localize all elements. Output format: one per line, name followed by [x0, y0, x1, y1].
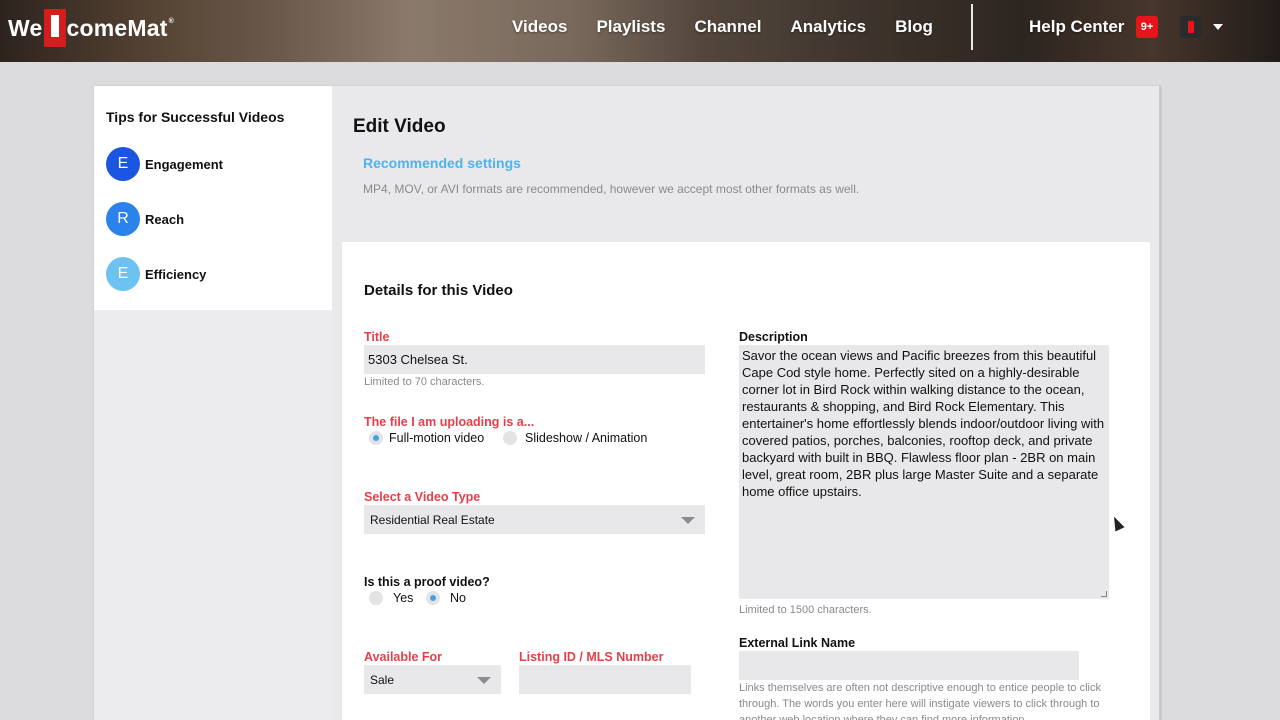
radio-button-selected[interactable] [369, 431, 383, 445]
recommended-settings-description: MP4, MOV, or AVI formats are recommended… [363, 182, 860, 196]
available-for-select[interactable]: Sale [364, 665, 501, 694]
listing-id-input[interactable] [519, 665, 691, 694]
description-text: Savor the ocean views and Pacific breeze… [742, 348, 1105, 499]
engagement-letter-icon: E [106, 147, 140, 181]
logo-text-right: comeMat [66, 14, 168, 41]
nav-blog[interactable]: Blog [895, 17, 933, 37]
external-link-label: External Link Name [739, 636, 856, 650]
sidebar-title: Tips for Successful Videos [106, 109, 285, 125]
reach-letter-icon: R [106, 202, 140, 236]
video-type-select[interactable]: Residential Real Estate [364, 505, 705, 534]
efficiency-letter-icon: E [106, 257, 140, 291]
sidebar-empty-area [94, 310, 332, 720]
sidebar-item-label: Reach [145, 211, 185, 227]
video-details-form: Details for this Video Title Limited to … [342, 242, 1150, 720]
sidebar-item-label: Efficiency [145, 266, 207, 282]
page-title: Edit Video [353, 116, 446, 137]
notification-badge[interactable]: 9+ [1136, 16, 1158, 38]
nav-channel[interactable]: Channel [694, 17, 761, 37]
resize-handle-icon[interactable] [1101, 591, 1107, 597]
description-textarea[interactable]: Savor the ocean views and Pacific breeze… [739, 345, 1109, 599]
main-nav: Videos Playlists Channel Analytics Blog [512, 17, 962, 37]
nav-playlists[interactable]: Playlists [596, 17, 665, 37]
help-center-link[interactable]: Help Center [1029, 17, 1124, 37]
dropdown-arrow-icon [681, 516, 695, 524]
details-title: Details for this Video [364, 282, 513, 299]
nav-videos[interactable]: Videos [512, 17, 567, 37]
file-type-label: The file I am uploading is a... [364, 415, 535, 429]
select-value: Sale [370, 672, 395, 687]
title-hint: Limited to 70 characters. [364, 376, 485, 388]
radio-label: Full-motion video [389, 431, 485, 445]
description-hint: Limited to 1500 characters. [739, 604, 872, 616]
radio-slideshow-animation[interactable]: Slideshow / Animation [503, 431, 647, 445]
welcomemat-logo[interactable]: We comeMat ® [8, 6, 174, 50]
radio-label: No [450, 591, 466, 605]
description-label: Description [739, 330, 808, 344]
radio-full-motion-video[interactable]: Full-motion video [369, 431, 484, 445]
trademark-mark: ® [168, 17, 174, 25]
sidebar-item-engagement[interactable]: E Engagement [106, 147, 223, 181]
nav-analytics[interactable]: Analytics [791, 17, 867, 37]
external-link-input[interactable] [739, 651, 1079, 680]
user-avatar[interactable] [1180, 16, 1202, 38]
tips-sidebar: Tips for Successful Videos E Engagement … [94, 86, 332, 310]
top-navigation-bar: We comeMat ® Videos Playlists Channel Anal… [0, 0, 1280, 62]
select-value: Residential Real Estate [370, 512, 495, 527]
listing-id-label: Listing ID / MLS Number [519, 650, 664, 664]
sidebar-item-reach[interactable]: R Reach [106, 202, 184, 236]
video-type-label: Select a Video Type [364, 490, 481, 504]
edit-video-page: Tips for Successful Videos E Engagement … [94, 86, 1161, 720]
proof-video-label: Is this a proof video? [364, 575, 490, 589]
recommended-settings-link[interactable]: Recommended settings [363, 155, 521, 171]
title-input[interactable] [364, 345, 705, 374]
edit-video-panel: Edit Video Recommended settings MP4, MOV… [332, 86, 1161, 720]
dropdown-arrow-icon [477, 676, 491, 684]
avatar-door-icon [1188, 21, 1194, 33]
available-for-label: Available For [364, 650, 443, 664]
title-label: Title [364, 330, 390, 344]
logo-door-icon [43, 9, 66, 47]
nav-divider [971, 4, 973, 50]
radio-proof-yes[interactable]: Yes [369, 591, 413, 605]
sidebar-item-label: Engagement [145, 156, 224, 172]
logo-text-left: We [8, 14, 43, 41]
chevron-down-icon[interactable] [1213, 24, 1223, 30]
radio-button[interactable] [503, 431, 517, 445]
radio-button[interactable] [369, 591, 383, 605]
external-link-hint: Links themselves are often not descripti… [739, 682, 1101, 720]
sidebar-item-efficiency[interactable]: E Efficiency [106, 257, 206, 291]
radio-button-selected[interactable] [426, 591, 440, 605]
radio-label: Yes [393, 591, 414, 605]
radio-label: Slideshow / Animation [525, 431, 648, 445]
page-shadow-edge [1159, 86, 1162, 720]
radio-proof-no[interactable]: No [426, 591, 466, 605]
